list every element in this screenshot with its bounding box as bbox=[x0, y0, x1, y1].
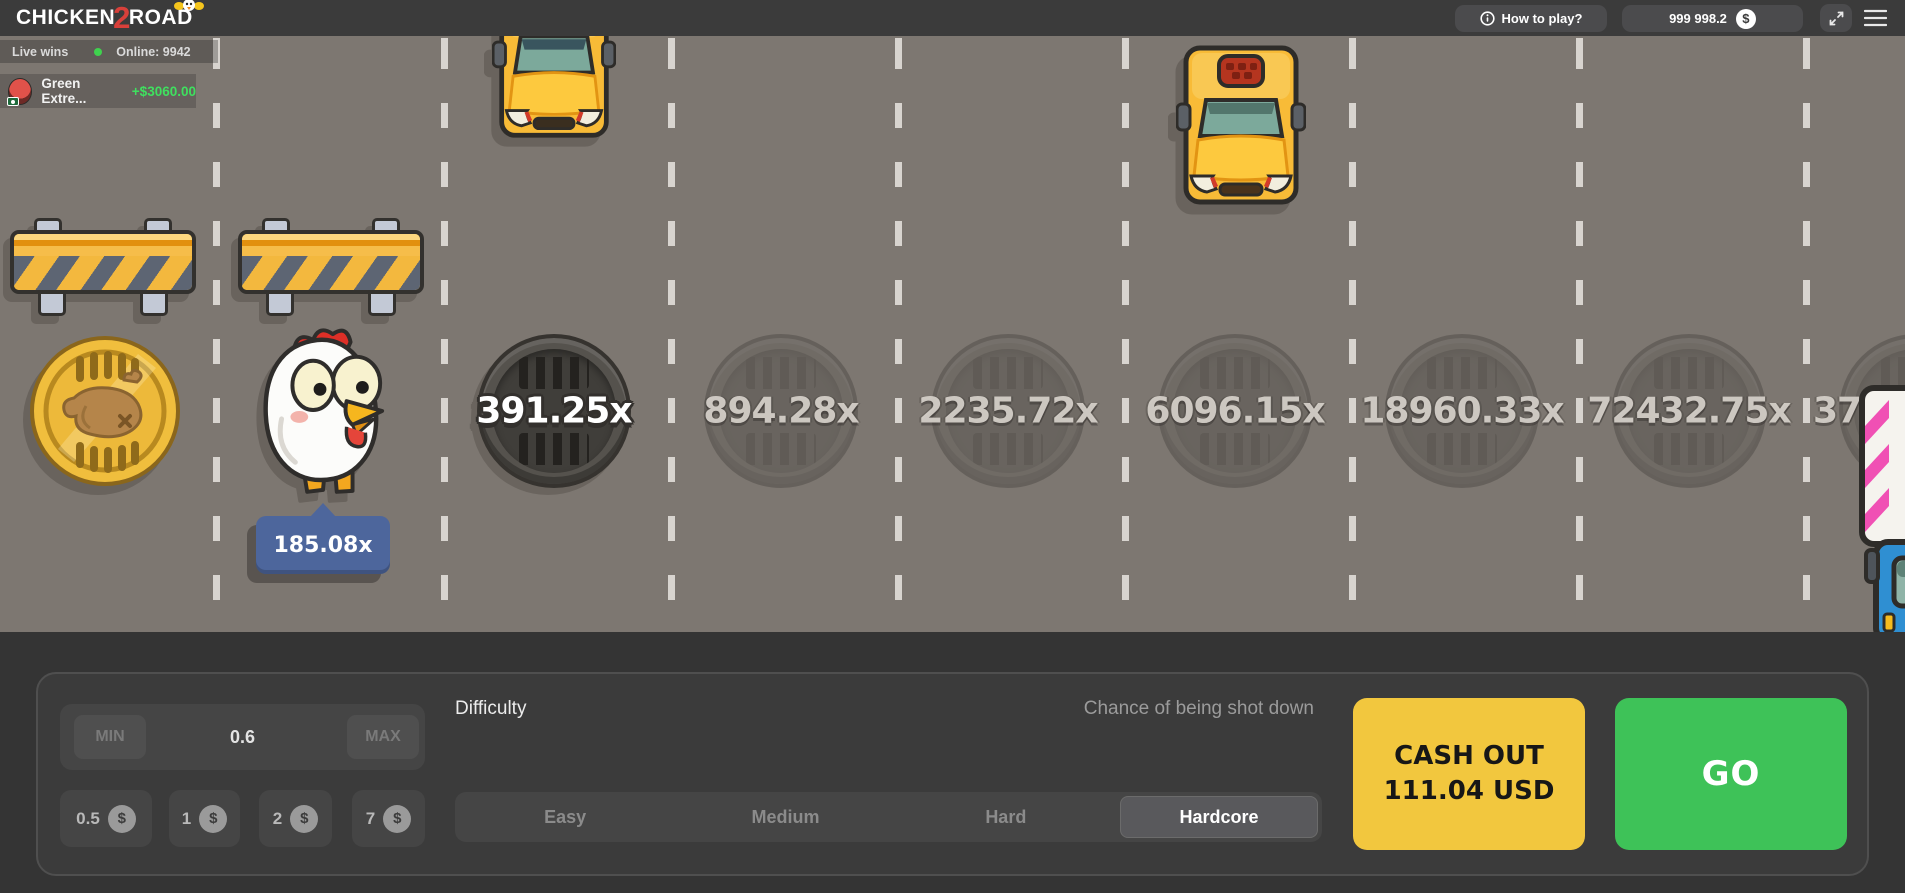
hamburger-icon bbox=[1864, 9, 1887, 27]
live-wins-title: Live wins bbox=[12, 45, 68, 59]
max-bet-button[interactable]: MAX bbox=[347, 715, 419, 759]
chance-label: Chance of being shot down bbox=[1084, 698, 1314, 720]
multiplier-label: 2235.72x bbox=[918, 391, 1097, 432]
lane-divider bbox=[1576, 36, 1583, 632]
live-wins-header: Live wins Online: 9942 bbox=[0, 40, 218, 63]
online-count: Online: 9942 bbox=[116, 45, 190, 59]
tab-easy[interactable]: Easy bbox=[455, 792, 675, 842]
multiplier-label: 391.25x bbox=[476, 391, 631, 432]
current-multiplier-badge: 185.08x bbox=[256, 516, 390, 574]
lane-divider bbox=[895, 36, 902, 632]
menu-button[interactable] bbox=[1864, 9, 1887, 32]
manhole-multiplier: 18960.33x bbox=[1385, 334, 1539, 488]
lane-divider bbox=[1122, 36, 1129, 632]
dollar-icon: $ bbox=[199, 805, 227, 833]
lane-divider bbox=[668, 36, 675, 632]
manhole-multiplier: 72432.75x bbox=[1612, 334, 1766, 488]
chicken-player bbox=[252, 322, 390, 502]
dollar-icon: $ bbox=[108, 805, 136, 833]
quick-bet-7-button[interactable]: 7$ bbox=[352, 790, 425, 847]
logo-chicken-icon bbox=[174, 0, 204, 12]
barrier bbox=[10, 218, 196, 316]
tab-hardcore[interactable]: Hardcore bbox=[1120, 796, 1318, 838]
manhole-multiplier: 2235.72x bbox=[931, 334, 1085, 488]
logo-text-chicken: CHICKEN bbox=[16, 6, 115, 30]
bet-amount-box: MIN 0.6 MAX bbox=[60, 704, 425, 770]
dollar-coin-icon: $ bbox=[1736, 9, 1756, 29]
manhole-multiplier: 6096.15x bbox=[1158, 334, 1312, 488]
tab-hard[interactable]: Hard bbox=[896, 792, 1116, 842]
difficulty-tabs: Easy Medium Hard Hardcore bbox=[455, 792, 1322, 842]
tab-medium[interactable]: Medium bbox=[675, 792, 895, 842]
balance-value: 999 998.2 bbox=[1669, 11, 1727, 26]
logo: CHICKEN2ROAD bbox=[16, 0, 193, 36]
multiplier-label: 894.28x bbox=[703, 391, 858, 432]
quick-bet-2-button[interactable]: 2$ bbox=[259, 790, 332, 847]
info-icon bbox=[1480, 11, 1495, 26]
fullscreen-button[interactable] bbox=[1820, 4, 1852, 32]
dollar-icon: $ bbox=[383, 805, 411, 833]
taxi-car bbox=[492, 36, 616, 141]
live-win-entry: Green Extre... +$3060.00 bbox=[0, 74, 196, 108]
go-label: GO bbox=[1702, 754, 1761, 794]
lane-divider bbox=[213, 36, 220, 632]
gold-coin bbox=[28, 334, 182, 492]
quick-bet-1-button[interactable]: 1$ bbox=[169, 790, 240, 847]
player-avatar bbox=[8, 78, 32, 105]
top-bar: CHICKEN2ROAD How to play? 999 998.2 $ bbox=[0, 0, 1905, 36]
badge-arrow-icon bbox=[310, 503, 336, 517]
multiplier-label: 72432.75x bbox=[1587, 391, 1790, 432]
lane-divider bbox=[1349, 36, 1356, 632]
difficulty-label: Difficulty bbox=[455, 698, 526, 720]
manhole-multiplier: 894.28x bbox=[704, 334, 858, 488]
flag-badge-icon bbox=[7, 97, 19, 106]
lane-divider bbox=[1803, 36, 1810, 632]
balance-pill[interactable]: 999 998.2 $ bbox=[1622, 5, 1803, 32]
win-amount: +$3060.00 bbox=[132, 84, 196, 99]
winner-name: Green Extre... bbox=[41, 76, 119, 106]
online-dot-icon bbox=[94, 48, 102, 56]
taxi-car bbox=[1176, 44, 1306, 208]
manhole-multiplier: 391.25x bbox=[477, 334, 631, 488]
bottom-section: MIN 0.6 MAX 0.5$ 1$ 2$ 7$ Difficulty Cha… bbox=[0, 632, 1905, 893]
how-to-play-label: How to play? bbox=[1502, 11, 1583, 26]
app: CHICKEN2ROAD How to play? 999 998.2 $ bbox=[0, 0, 1905, 893]
multiplier-label: 6096.15x bbox=[1145, 391, 1324, 432]
current-multiplier-value: 185.08x bbox=[273, 533, 372, 558]
ice-cream-truck bbox=[1850, 382, 1905, 632]
barrier bbox=[238, 218, 424, 316]
control-panel: MIN 0.6 MAX 0.5$ 1$ 2$ 7$ Difficulty Cha… bbox=[36, 672, 1869, 876]
dollar-icon: $ bbox=[290, 805, 318, 833]
how-to-play-button[interactable]: How to play? bbox=[1455, 5, 1607, 32]
lane-divider bbox=[441, 36, 448, 632]
quick-bet-0.5-button[interactable]: 0.5$ bbox=[60, 790, 152, 847]
go-button[interactable]: GO bbox=[1615, 698, 1847, 850]
game-area: Live wins Online: 9942 Green Extre... +$… bbox=[0, 36, 1905, 632]
multiplier-label: 18960.33x bbox=[1360, 391, 1563, 432]
cash-out-button[interactable]: CASH OUT 111.04 USD bbox=[1353, 698, 1585, 850]
fullscreen-icon bbox=[1829, 11, 1844, 26]
cash-out-label: CASH OUT bbox=[1394, 739, 1544, 774]
cash-out-amount: 111.04 USD bbox=[1384, 774, 1555, 809]
